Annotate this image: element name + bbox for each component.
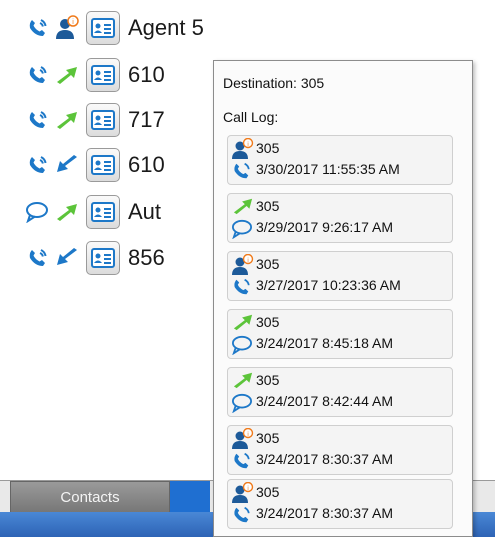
contact-card-button[interactable] [86,11,120,45]
call-log-entry: 305 3/29/2017 9:26:17 AM [227,193,453,243]
list-item[interactable]: 856 [24,238,165,278]
call-log-entry: i 305 3/24/2017 8:30:37 AM [227,425,453,475]
contact-card-button[interactable] [86,148,120,182]
incoming-arrow-icon [54,152,80,178]
list-item-label: 717 [128,107,165,132]
phone-icon [231,161,251,186]
chat-icon [231,335,253,360]
call-log-entry: i 305 3/27/2017 10:23:36 AM [227,251,453,301]
svg-text:i: i [247,258,248,264]
phone-icon [231,505,251,530]
list-item[interactable]: Aut [24,192,161,232]
outgoing-arrow-icon [231,370,255,395]
list-item-label: Agent 5 [128,15,204,40]
outgoing-arrow-icon [54,62,80,88]
outgoing-arrow-icon [54,107,80,133]
phone-icon [231,277,251,302]
outgoing-arrow-icon [231,196,255,221]
list-item[interactable]: i Agent 5 [24,8,204,48]
list-item-label: 610 [128,62,165,87]
agent-icon: i [54,15,80,41]
phone-icon [24,107,50,133]
phone-icon [24,15,50,41]
chat-icon [231,393,253,418]
destination-label: Destination: 305 [223,75,325,91]
chat-icon [24,199,50,225]
phone-icon [231,451,251,476]
contact-card-button[interactable] [86,103,120,137]
phone-icon [24,245,50,271]
list-item[interactable]: 610 [24,55,165,95]
tab-contacts[interactable]: Contacts [10,481,170,513]
svg-text:i: i [247,432,248,438]
svg-text:i: i [247,486,248,492]
contact-card-button[interactable] [86,241,120,275]
outgoing-arrow-icon [54,199,80,225]
contact-card-button[interactable] [86,195,120,229]
call-log-entry: 305 3/24/2017 8:45:18 AM [227,309,453,359]
call-log-tooltip: Destination: 305 Call Log: i 305 3/30/20… [213,60,473,537]
list-item-label: 610 [128,152,165,177]
svg-text:i: i [247,142,248,148]
outgoing-arrow-icon [231,312,255,337]
call-log-entry: 305 3/24/2017 8:42:44 AM [227,367,453,417]
call-log-entry: i 305 3/24/2017 8:30:37 AM [227,479,453,529]
phone-icon [24,62,50,88]
list-item[interactable]: 610 [24,145,165,185]
contact-card-button[interactable] [86,58,120,92]
phone-icon [24,152,50,178]
incoming-arrow-icon [54,245,80,271]
call-log-entry: i 305 3/30/2017 11:55:35 AM [227,135,453,185]
list-item[interactable]: 717 [24,100,165,140]
chat-icon [231,219,253,244]
call-log-heading: Call Log: [223,109,279,125]
list-item-label: Aut [128,199,162,224]
list-item-label: 856 [128,245,165,270]
tab-active-indicator [170,481,210,513]
